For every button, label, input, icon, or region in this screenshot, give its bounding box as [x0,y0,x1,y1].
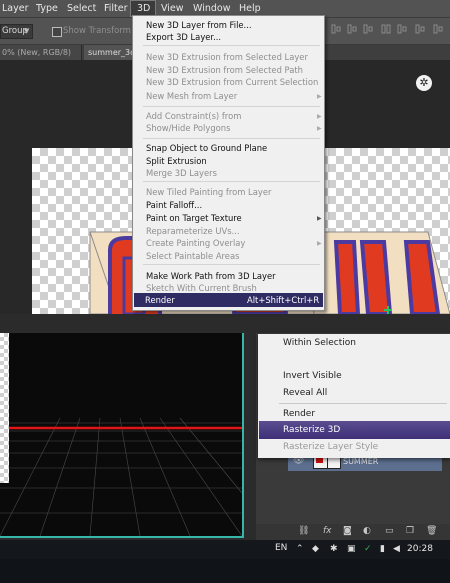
tray-network-icon[interactable]: ✓ [364,544,372,554]
tab-document-1[interactable]: 0% (New, RGB/8) [0,45,82,60]
trash-icon[interactable]: 🗑 [426,526,437,536]
menu3d-show-hide-polygons[interactable]: Show/Hide Polygons [146,123,230,133]
menu-layer[interactable]: Layer [2,3,29,14]
menu3d-snap-to-ground[interactable]: Snap Object to Ground Plane [146,143,267,153]
menu-separator [143,45,320,46]
menu3d-paint-on-target-texture[interactable]: Paint on Target Texture [146,213,242,223]
menu3d-render[interactable]: Render [145,295,175,305]
menu-select[interactable]: Select [67,3,96,14]
speaker-icon[interactable]: ◀ [393,544,400,554]
tray-chevron-icon[interactable]: ⌃ [296,544,304,554]
language-indicator[interactable]: EN [275,543,287,553]
menu3d-new-tiled-painting[interactable]: New Tiled Painting from Layer [146,187,271,197]
chevron-down-icon: ▼ [24,27,30,35]
menu3d-extrusion-selected-path[interactable]: New 3D Extrusion from Selected Path [146,65,303,75]
new-layer-icon[interactable]: ❐ [406,526,414,536]
tray-settings-icon[interactable]: ✱ [330,544,338,554]
tray-monitor-icon[interactable]: ▣ [347,544,356,554]
menu-help[interactable]: Help [239,3,261,14]
tab-document-summer[interactable]: summer_3c [84,45,135,60]
menu3d-merge-3d-layers[interactable]: Merge 3D Layers [146,168,217,178]
menu3d-extrusion-selected-layer[interactable]: New 3D Extrusion from Selected Layer [146,52,308,62]
show-transform-checkbox[interactable] [52,27,62,37]
ctx-invert-visible[interactable]: Invert Visible [283,371,342,381]
submenu-arrow-icon: ▶ [317,215,322,222]
menu3d-reparameterize-uvs[interactable]: Reparameterize UVs... [146,226,240,236]
canvas-frame [0,333,244,538]
menu-3d[interactable]: 3D [137,3,150,14]
align-icon-strip [331,24,443,34]
menu3d-add-constraints[interactable]: Add Constraint(s) from [146,111,241,121]
layer-name[interactable]: SUMMER [343,457,378,466]
menu-separator [143,138,320,139]
menu-separator [143,181,320,182]
menu-type[interactable]: Type [36,3,58,14]
menu3d-export-layer[interactable]: Export 3D Layer... [146,32,221,42]
fx-icon[interactable]: fx [323,526,332,536]
adjustment-icon[interactable]: ◐ [363,526,371,536]
submenu-arrow-icon: ▶ [317,113,322,120]
ctx-rasterize-layer-style[interactable]: Rasterize Layer Style [283,442,378,452]
menu3d-new-mesh-from-layer[interactable]: New Mesh from Layer [146,91,237,101]
tray-app-icon[interactable]: ◆ [312,544,319,554]
menu3d-make-work-path[interactable]: Make Work Path from 3D Layer [146,271,276,281]
menu-window[interactable]: Window [193,3,230,14]
clock[interactable]: 20:28 [407,544,433,554]
menu3d-render-shortcut: Alt+Shift+Ctrl+R [247,295,320,305]
ctx-separator [279,403,447,404]
menu-filter[interactable]: Filter [104,3,128,14]
menu3d-paint-falloff[interactable]: Paint Falloff... [146,200,202,210]
layers-panel-toolbar [256,524,450,540]
menu-3d-dropdown: New 3D Layer from File... Export 3D Laye… [132,15,325,311]
menu3d-split-extrusion[interactable]: Split Extrusion [146,156,207,166]
menu-separator [143,106,320,107]
tray-signal-icon[interactable]: ▮ [380,544,385,554]
menu3d-sketch-with-brush[interactable]: Sketch With Current Brush [146,283,257,293]
submenu-arrow-icon: ▶ [317,125,322,132]
menu3d-new-layer-from-file[interactable]: New 3D Layer from File... [146,20,252,30]
folder-icon[interactable]: ▭ [385,526,394,536]
menu3d-extrusion-current-selection[interactable]: New 3D Extrusion from Current Selection [146,77,318,87]
3d-gizmo-icon[interactable]: ✲ [416,75,432,91]
ctx-rasterize-3d[interactable]: Rasterize 3D [283,425,340,435]
menu3d-select-paintable-areas[interactable]: Select Paintable Areas [146,251,239,261]
ctx-render[interactable]: Render [283,409,315,419]
align-icons-group [330,22,450,36]
ctx-within-selection[interactable]: Within Selection [283,338,356,348]
link-icon[interactable]: ⛓ [298,526,309,536]
ctx-reveal-all[interactable]: Reveal All [283,388,327,398]
submenu-arrow-icon: ▶ [317,93,322,100]
submenu-arrow-icon: ▶ [317,240,322,247]
menu3d-create-painting-overlay[interactable]: Create Painting Overlay [146,238,245,248]
menu-view[interactable]: View [161,3,184,14]
mask-icon[interactable]: ◙ [343,526,352,536]
menu-separator [143,264,320,265]
